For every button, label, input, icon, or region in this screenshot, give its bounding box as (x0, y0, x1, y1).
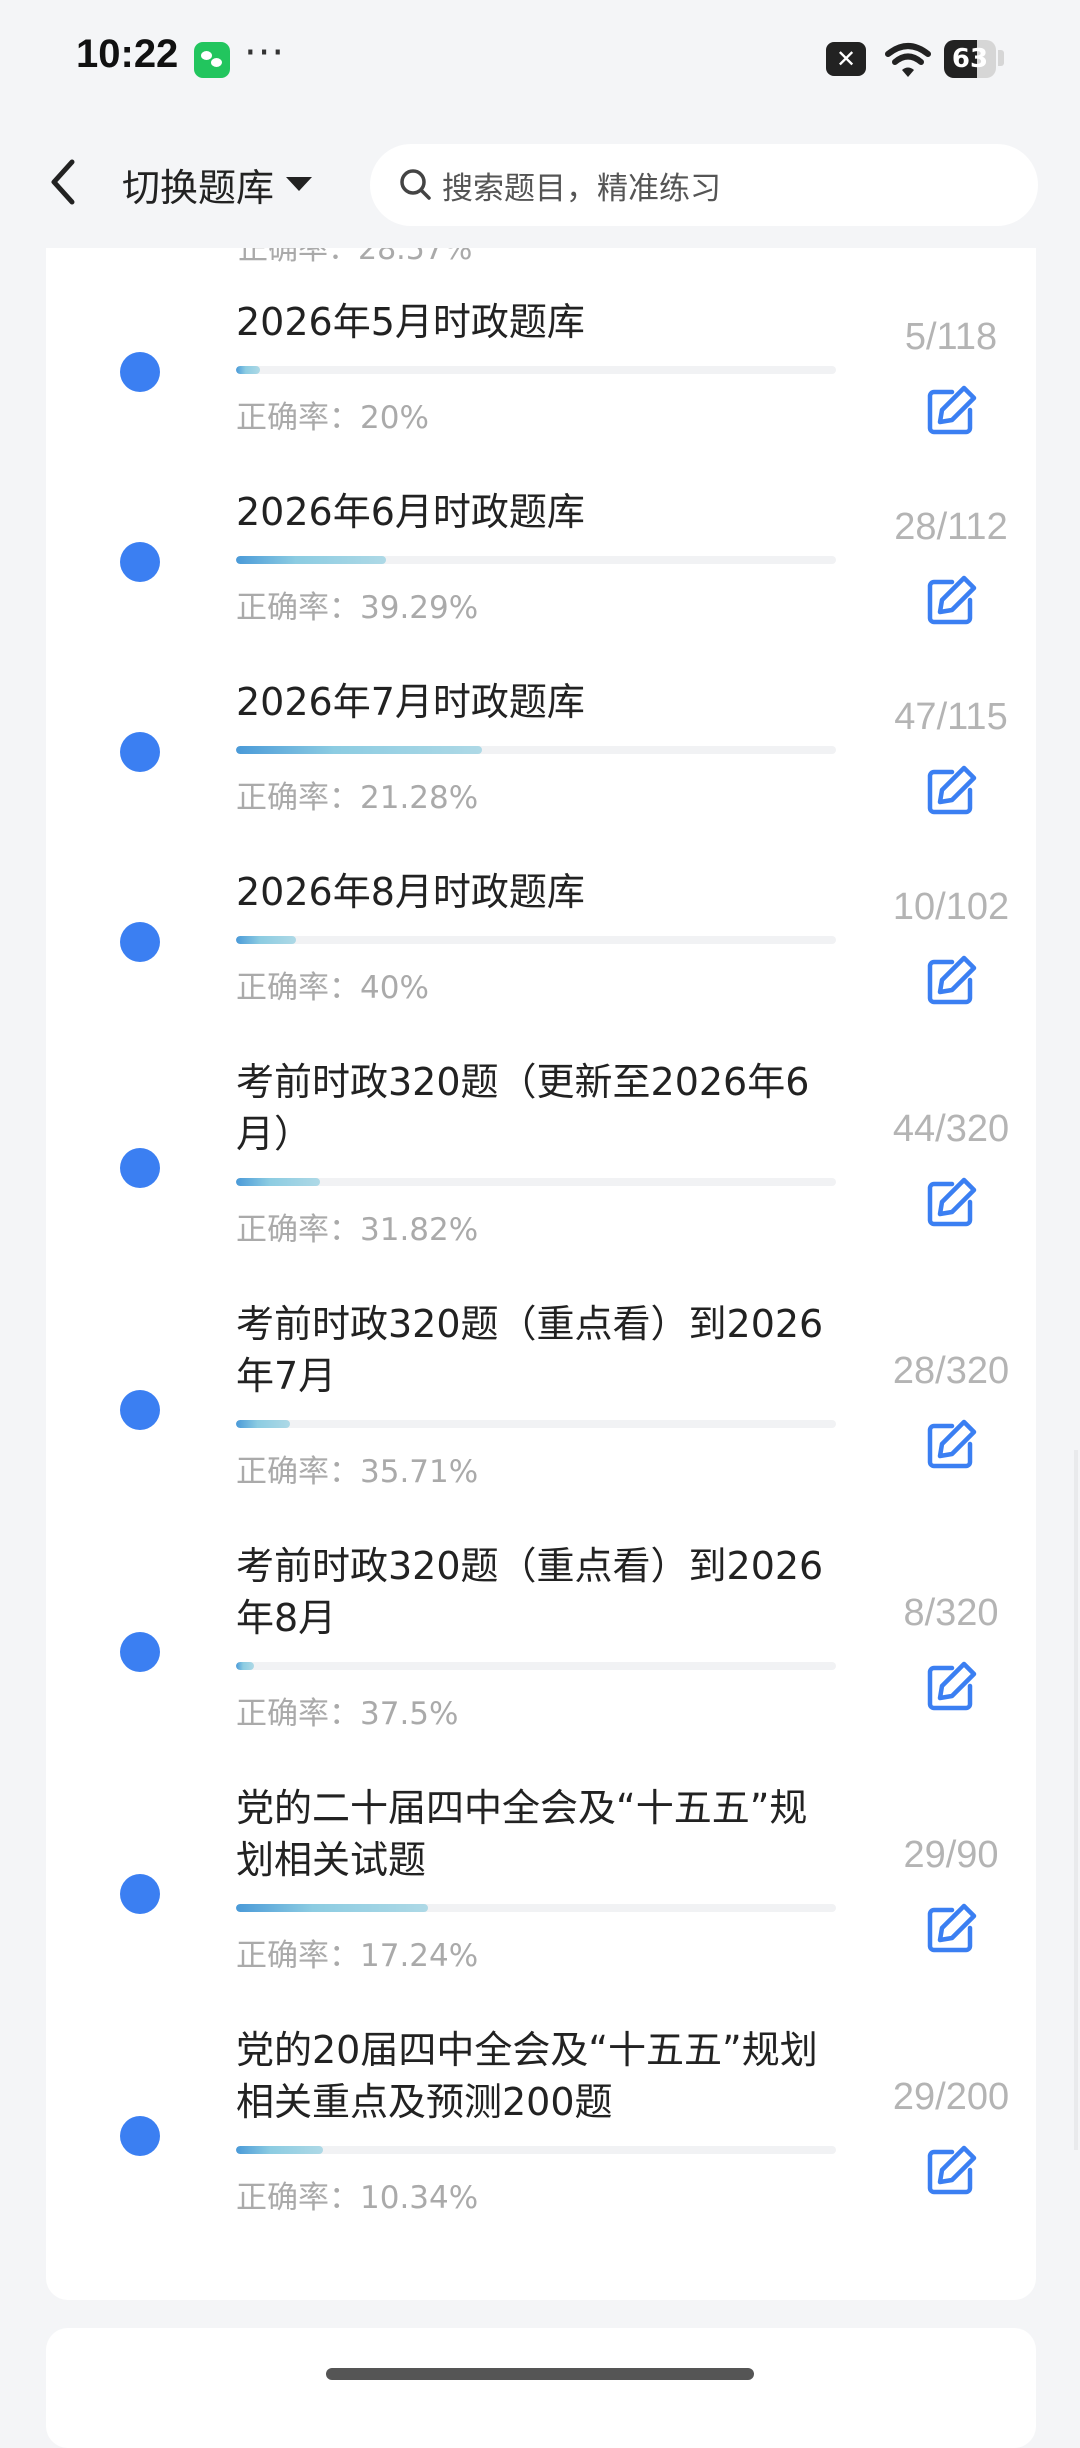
progress-fill (236, 1420, 290, 1428)
accuracy-text: 正确率：17.24% (236, 1938, 479, 1974)
progress-count: 5/118 (904, 316, 998, 358)
wechat-notification-icon (194, 42, 230, 78)
edit-icon[interactable] (916, 756, 986, 826)
accuracy-text: 正确率：35.71% (236, 1454, 479, 1490)
bank-title: 党的二十届四中全会及“十五五”规划相关试题 (236, 1786, 808, 1882)
bank-list: 2026年5月时政题库正确率：20% 5/118 2026年6月时政题库正确率：39… (46, 296, 1036, 2266)
progress-count: 10/102 (892, 886, 1010, 928)
bank-title: 考前时政320题（重点看）到2026年8月 (236, 1544, 824, 1640)
battery-level: 63 (951, 44, 989, 74)
bank-row[interactable]: 考前时政320题（更新至2026年6月） 正确率：31.82% 44/320 (46, 1056, 1036, 1298)
accuracy-text: 正确率：37.5% (236, 1696, 459, 1732)
status-dot-icon (120, 732, 160, 772)
bank-title: 党的20届四中全会及“十五五”规划相关重点及预测200题 (236, 2028, 818, 2124)
progress-bar (236, 746, 836, 754)
battery-icon: 63 (944, 40, 996, 78)
edit-icon[interactable] (916, 1652, 986, 1722)
edit-icon[interactable] (916, 1410, 986, 1480)
progress-bar (236, 1420, 836, 1428)
caret-down-icon (286, 177, 313, 191)
bank-title: 考前时政320题（重点看）到2026年7月 (236, 1302, 824, 1398)
bank-title: 2026年5月时政题库 (236, 300, 585, 344)
progress-count: 8/320 (903, 1592, 999, 1634)
bank-row[interactable]: 2026年6月时政题库正确率：39.29% 28/112 (46, 486, 1036, 676)
battery-cap (998, 50, 1004, 66)
status-bar: 10:22 ··· ✕ 63 (0, 0, 1080, 118)
progress-fill (236, 366, 260, 374)
progress-fill (236, 1662, 254, 1670)
progress-bar (236, 2146, 836, 2154)
bank-list-card: 正确率：28.57% 2026年5月时政题库 正确率：20% 5/118 2026年6… (46, 140, 1036, 2300)
search-input[interactable]: 搜索题目，精准练习 (370, 144, 1038, 226)
accuracy-text: 正确率：31.82% (236, 1212, 479, 1248)
accuracy-text: 正确率：10.34% (236, 2180, 479, 2216)
home-indicator[interactable] (326, 2368, 754, 2380)
accuracy-text: 正确率：40% (236, 970, 429, 1006)
edit-icon[interactable] (916, 566, 986, 636)
edit-icon[interactable] (916, 946, 986, 1016)
edit-icon[interactable] (916, 2136, 986, 2206)
progress-count: 47/115 (894, 696, 1008, 738)
progress-fill (236, 1178, 320, 1186)
progress-count: 28/112 (894, 506, 1008, 548)
accuracy-text: 正确率：21.28% (236, 780, 479, 816)
progress-bar (236, 1904, 836, 1912)
progress-count: 28/320 (892, 1350, 1010, 1392)
progress-fill (236, 746, 482, 754)
progress-fill (236, 936, 296, 944)
switch-bank-dropdown[interactable]: 切换题库 (122, 156, 313, 212)
more-notifications-icon: ··· (244, 30, 286, 76)
progress-bar (236, 1178, 836, 1186)
edit-icon[interactable] (916, 376, 986, 446)
bank-row[interactable]: 党的二十届四中全会及“十五五”规划相关试题正确率：17.24% 29/90 (46, 1782, 1036, 2024)
status-dot-icon (120, 542, 160, 582)
progress-fill (236, 1904, 428, 1912)
header: 切换题库 搜索题目，精准练习 (0, 118, 1080, 248)
switch-bank-label: 切换题库 (122, 165, 275, 210)
status-dot-icon (120, 352, 160, 392)
search-icon (400, 169, 431, 200)
accuracy-text: 正确率：39.29% (236, 590, 479, 626)
bank-title: 2026年6月时政题库 (236, 490, 585, 534)
bank-title: 2026年7月时政题库 (236, 680, 585, 724)
next-card (46, 2328, 1036, 2448)
progress-bar (236, 1662, 836, 1670)
bank-row[interactable]: 2026年7月时政题库正确率：21.28% 47/115 (46, 676, 1036, 866)
accuracy-text: 正确率：20% (236, 400, 429, 436)
wifi-icon (885, 43, 931, 77)
progress-bar (236, 936, 836, 944)
bank-row[interactable]: 考前时政320题（重点看）到2026年7月正确率：35.71% 28/320 (46, 1298, 1036, 1540)
bank-title: 考前时政320题（更新至2026年6月） (236, 1060, 810, 1156)
progress-count: 29/200 (892, 2076, 1010, 2118)
no-sim-icon: ✕ (826, 42, 866, 76)
status-time: 10:22 (76, 32, 179, 76)
back-button[interactable] (36, 150, 92, 214)
status-dot-icon (120, 1148, 160, 1188)
status-dot-icon (120, 1390, 160, 1430)
progress-bar (236, 366, 836, 374)
status-dot-icon (120, 922, 160, 962)
edit-icon[interactable] (916, 1168, 986, 1238)
bank-row[interactable]: 考前时政320题（重点看）到2026年8月正确率：37.5% 8/320 (46, 1540, 1036, 1782)
scrollbar (1074, 1450, 1078, 2150)
edit-icon[interactable] (916, 1894, 986, 1964)
status-dot-icon (120, 1874, 160, 1914)
progress-fill (236, 556, 386, 564)
progress-count: 44/320 (892, 1108, 1010, 1150)
bank-title: 2026年8月时政题库 (236, 870, 585, 914)
search-placeholder: 搜索题目，精准练习 (442, 170, 721, 207)
bank-row[interactable]: 2026年5月时政题库正确率：20% 5/118 (46, 296, 1036, 486)
progress-fill (236, 2146, 323, 2154)
progress-bar (236, 556, 836, 564)
status-dot-icon (120, 1632, 160, 1672)
bank-row[interactable]: 党的20届四中全会及“十五五”规划相关重点及预测200题正确率：10.34% 29… (46, 2024, 1036, 2266)
bank-row[interactable]: 2026年8月时政题库正确率：40% 10/102 (46, 866, 1036, 1056)
progress-count: 29/90 (903, 1834, 999, 1876)
status-dot-icon (120, 2116, 160, 2156)
